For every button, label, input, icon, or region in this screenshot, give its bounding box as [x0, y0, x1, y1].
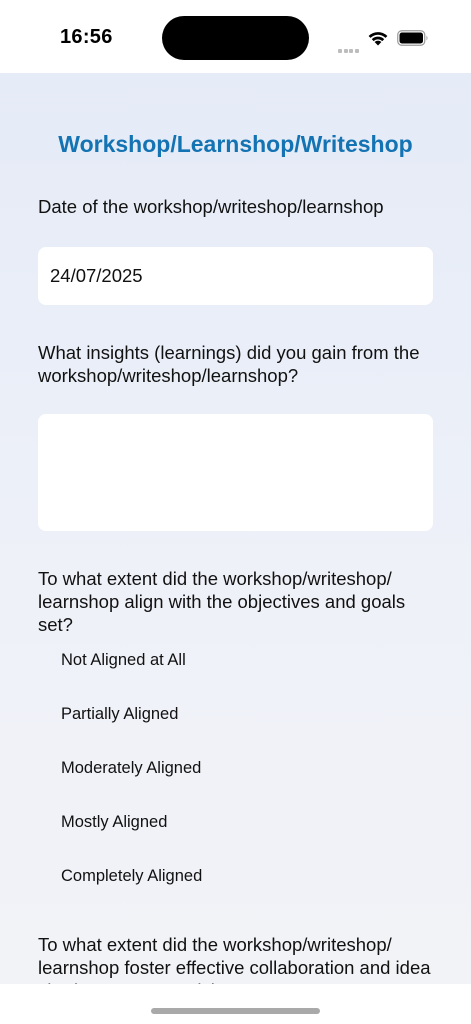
form-content[interactable]: Workshop/Learnshop/Writeshop Date of the…: [0, 73, 471, 984]
option-not-aligned[interactable]: Not Aligned at All: [61, 651, 186, 670]
status-bar: 16:56: [0, 0, 471, 73]
date-question-label: Date of the workshop/writeshop/learnshop: [38, 196, 384, 217]
insights-question-label: What insights (learnings) did you gain f…: [38, 342, 420, 386]
home-indicator[interactable]: [151, 1008, 320, 1014]
dynamic-island: [162, 16, 309, 60]
date-value: 24/07/2025: [50, 265, 143, 286]
option-completely-aligned[interactable]: Completely Aligned: [61, 867, 202, 886]
page-title: Workshop/Learnshop/Writeshop: [58, 131, 413, 157]
alignment-question-label: To what extent did the workshop/writesho…: [38, 568, 406, 635]
battery-icon: [397, 30, 428, 46]
collaboration-question-label: To what extent did the workshop/writesho…: [38, 934, 431, 984]
option-partially-aligned[interactable]: Partially Aligned: [61, 705, 178, 724]
home-indicator-area: [0, 984, 471, 1024]
cellular-signal-icon: [338, 40, 360, 53]
option-moderately-aligned[interactable]: Moderately Aligned: [61, 759, 201, 778]
date-field[interactable]: 24/07/2025: [38, 247, 433, 305]
option-mostly-aligned[interactable]: Mostly Aligned: [61, 813, 167, 832]
status-time: 16:56: [60, 26, 113, 48]
wifi-icon: [368, 32, 388, 46]
insights-textarea[interactable]: [38, 414, 433, 531]
